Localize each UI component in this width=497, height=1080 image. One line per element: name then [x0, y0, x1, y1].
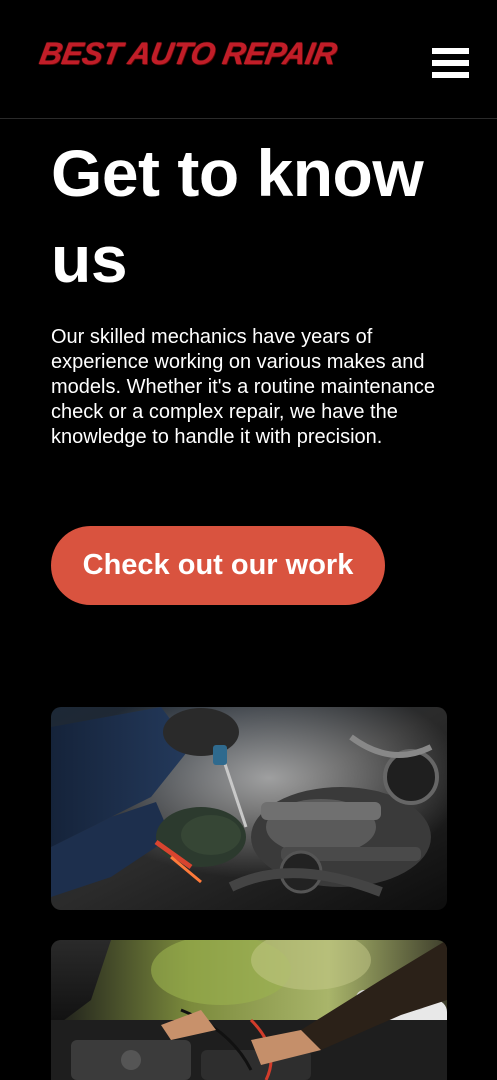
mechanic-working-on-engine-photo [51, 707, 447, 910]
page: BEST AUTO REPAIR Get to know us Our skil… [0, 0, 497, 1080]
page-title: Get to know us [51, 136, 424, 296]
intro-paragraph: Our skilled mechanics have years of expe… [51, 326, 436, 448]
mechanic-testing-battery-photo [51, 940, 447, 1080]
brand-logo[interactable]: BEST AUTO REPAIR [37, 36, 339, 72]
menu-bar [432, 48, 469, 54]
menu-bar [432, 60, 469, 66]
menu-bar [432, 72, 469, 78]
hamburger-menu-icon[interactable] [429, 44, 473, 84]
check-out-our-work-button[interactable]: Check out our work [51, 526, 385, 605]
site-header: BEST AUTO REPAIR [0, 0, 497, 119]
